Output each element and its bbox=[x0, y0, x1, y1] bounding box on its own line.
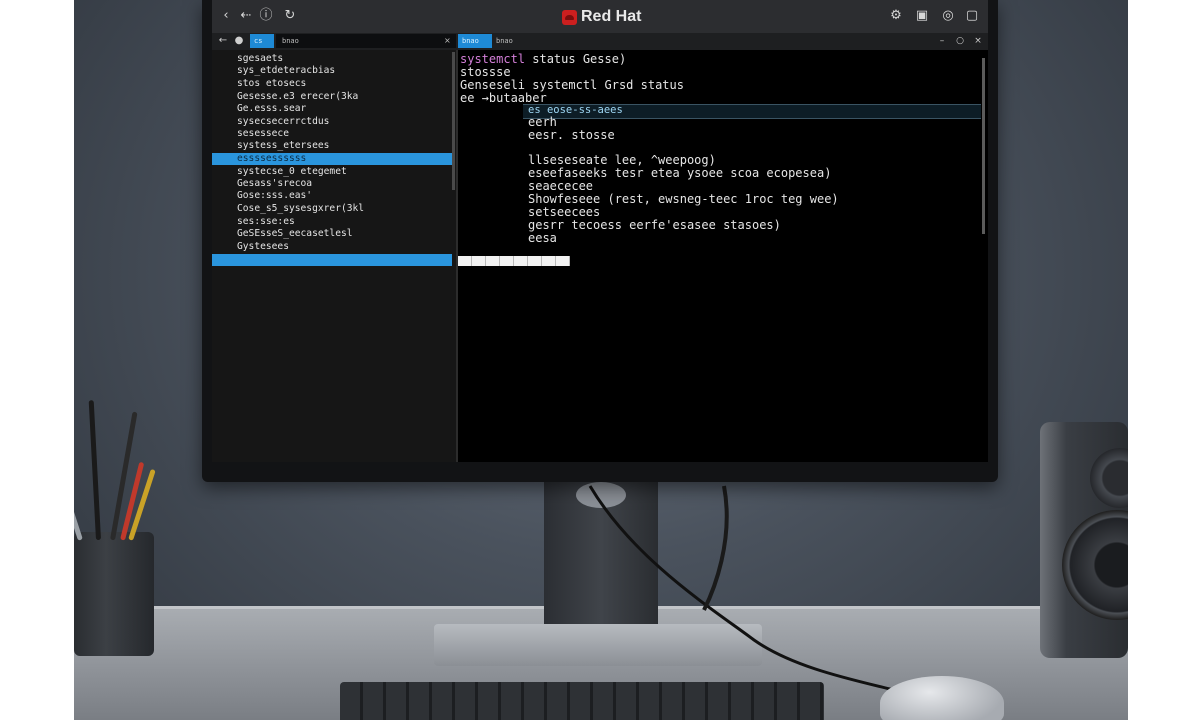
terminal-text: eesa bbox=[528, 231, 557, 245]
sidebar-item[interactable]: essssessssss bbox=[212, 153, 452, 165]
terminal-text: llseseseate lee, ^weepoog) bbox=[528, 153, 716, 167]
sidebar-item[interactable]: sysecsecerrctdus bbox=[212, 116, 452, 128]
sidebar-item[interactable]: GeSEsseS_eecasetlesl bbox=[212, 228, 452, 240]
terminal-line: eesr. stosse bbox=[528, 129, 615, 142]
sidebar-item[interactable]: Gesass'srecoa bbox=[212, 178, 452, 190]
terminal-text: seaececee bbox=[528, 179, 594, 193]
tab-left[interactable]: cs bbox=[250, 34, 274, 48]
sidebar-item[interactable]: stos etosecs bbox=[212, 78, 452, 90]
sidebar-item[interactable]: Cose_s5_sysesgxrer(3kl bbox=[212, 203, 452, 215]
terminal-text: Genseseli systemctl Grsd status bbox=[460, 78, 684, 92]
sidebar-item[interactable]: Gesesse.e3 erecer(3ka bbox=[212, 91, 452, 103]
address-input[interactable]: bnao bbox=[276, 34, 456, 48]
terminal-text: status Gesse) bbox=[525, 52, 627, 66]
app-brand: Red Hat bbox=[562, 7, 641, 27]
window-icon[interactable]: ▢ bbox=[964, 8, 980, 24]
address-bar: ← ● cs bnao × bnao bnao – ○ × bbox=[212, 33, 988, 50]
terminal-scrollbar[interactable] bbox=[982, 58, 985, 234]
monitor-screen: ‹ ⇠ ⓘ ↻ Red Hat ⚙ ▣ ◎ ▢ ← ● cs bnao × bn… bbox=[212, 0, 988, 462]
refresh-icon[interactable]: ↻ bbox=[282, 8, 298, 24]
chevron-left-icon[interactable]: ‹ bbox=[218, 8, 234, 24]
sidebar-item[interactable]: ses:sse:es bbox=[212, 216, 452, 228]
sidebar-item[interactable]: sesessece bbox=[212, 128, 452, 140]
sidebar-item[interactable]: Gystesees bbox=[212, 241, 452, 253]
screenshot-icon[interactable]: ▣ bbox=[914, 8, 930, 24]
tab-right[interactable]: bnao bbox=[458, 34, 492, 48]
terminal-text: Showfeseee (rest, ewsneg-teec 1roc teg w… bbox=[528, 192, 839, 206]
close-icon[interactable]: × bbox=[444, 34, 454, 48]
sidebar-scrollbar[interactable] bbox=[452, 52, 455, 190]
red-hat-logo-icon bbox=[562, 9, 577, 25]
arrow-left-icon[interactable]: ⇠ bbox=[238, 8, 254, 24]
settings-icon[interactable]: ◎ bbox=[940, 8, 956, 24]
app-title: Red Hat bbox=[581, 8, 642, 25]
dot-icon[interactable]: ● bbox=[232, 34, 246, 48]
back-arrow-icon[interactable]: ← bbox=[216, 34, 230, 48]
restore-icon[interactable]: ○ bbox=[954, 34, 966, 48]
terminal-text: eerh bbox=[528, 115, 557, 129]
sidebar-item[interactable]: Gose:sss.eas' bbox=[212, 190, 452, 202]
sidebar-item[interactable]: Ge.esss.sear bbox=[212, 103, 452, 115]
title-bar: ‹ ⇠ ⓘ ↻ Red Hat ⚙ ▣ ◎ ▢ bbox=[212, 0, 988, 33]
sidebar-list: sgesaets sys_etdeteracbias stos etosecs Ges… bbox=[212, 50, 456, 462]
terminal-text: stossse bbox=[460, 65, 511, 79]
terminal-command: systemctl bbox=[460, 52, 526, 66]
sidebar-item[interactable]: systecse_0 etegemet bbox=[212, 166, 452, 178]
sidebar-item[interactable]: systess_etersees bbox=[212, 140, 452, 152]
tab-right-label: bnao bbox=[496, 37, 513, 45]
terminal-text: ee →butaaber bbox=[460, 91, 547, 105]
terminal-line: eesa bbox=[528, 232, 557, 245]
terminal-pane[interactable]: es eose-ss-aees systemctl status Gesse) s… bbox=[458, 50, 988, 462]
terminal-line: ee →butaaber bbox=[460, 92, 547, 105]
extensions-icon[interactable]: ⚙ bbox=[888, 8, 904, 24]
sidebar-item[interactable] bbox=[212, 254, 452, 266]
keyboard bbox=[340, 682, 824, 720]
minimize-icon[interactable]: – bbox=[936, 34, 948, 48]
terminal-text: eesr. stosse bbox=[528, 128, 615, 142]
sidebar-item[interactable]: sys_etdeteracbias bbox=[212, 65, 452, 77]
info-icon[interactable]: ⓘ bbox=[258, 8, 274, 24]
terminal-text: gesrr tecoess eerfe'esasee stasoes) bbox=[528, 218, 781, 232]
terminal-text: eseefaseeks tesr etea ysoee scoa ecopese… bbox=[528, 166, 832, 180]
terminal-line: gesrr tecoess eerfe'esasee stasoes) bbox=[528, 219, 781, 232]
terminal-text: setseecees bbox=[528, 205, 601, 219]
terminal-input[interactable] bbox=[458, 256, 570, 266]
sidebar-item[interactable]: sgesaets bbox=[212, 53, 452, 65]
close-window-icon[interactable]: × bbox=[972, 34, 984, 48]
